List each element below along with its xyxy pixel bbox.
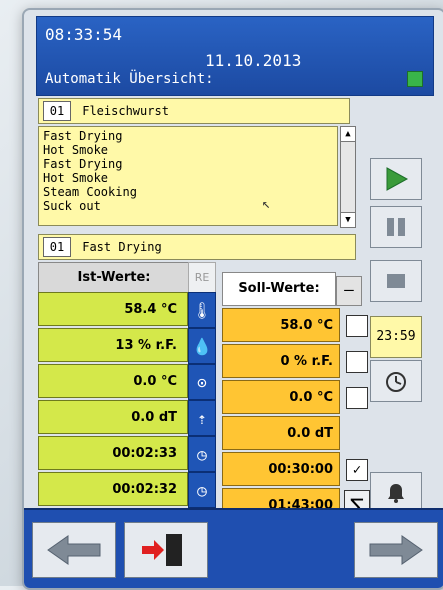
soll-value-delta-temp[interactable]: 0.0 dT bbox=[222, 416, 340, 450]
play-icon bbox=[386, 167, 409, 191]
stopwatch-icon bbox=[386, 372, 406, 392]
clock-time: 08:33:54 bbox=[45, 25, 123, 44]
screen-title: Automatik Übersicht: bbox=[45, 71, 214, 87]
soll-value-temperature[interactable]: 58.0 °C bbox=[222, 308, 340, 342]
clock-icon: ◷ bbox=[188, 436, 216, 472]
exit-button[interactable] bbox=[124, 522, 208, 578]
re-header: RE bbox=[188, 262, 216, 294]
mouse-cursor-icon: ↖ bbox=[262, 196, 271, 212]
bell-icon bbox=[388, 484, 404, 503]
list-item[interactable]: Suck out bbox=[43, 199, 333, 213]
program-name: Fleischwurst bbox=[82, 104, 169, 118]
hmi-device: 08:33:54 11.10.2013 Automatik Übersicht:… bbox=[22, 8, 443, 590]
program-number: 01 bbox=[43, 101, 71, 121]
checkbox-core-temp[interactable] bbox=[346, 387, 368, 409]
bottom-navigation bbox=[24, 508, 443, 588]
ist-value-step-time: 00:02:33 bbox=[38, 436, 188, 470]
step-list-scrollbar[interactable]: ▲ ▼ bbox=[340, 126, 356, 228]
soll-value-step-time[interactable]: 00:30:00 bbox=[222, 452, 340, 486]
forward-button[interactable] bbox=[354, 522, 438, 578]
status-led bbox=[407, 71, 423, 87]
thermometer-icon: 🌡 bbox=[188, 292, 216, 328]
stop-button[interactable] bbox=[370, 260, 422, 302]
checkbox-temperature[interactable] bbox=[346, 315, 368, 337]
ist-value-humidity: 13 % r.F. bbox=[38, 328, 188, 362]
exit-door-icon bbox=[142, 534, 182, 566]
pause-button[interactable] bbox=[370, 206, 422, 248]
soll-header: Soll-Werte: bbox=[222, 272, 336, 306]
clock-date: 11.10.2013 bbox=[205, 51, 302, 70]
list-item[interactable]: Steam Cooking bbox=[43, 185, 333, 199]
list-item[interactable]: Fast Drying bbox=[43, 129, 333, 143]
current-step-display: 01 Fast Drying bbox=[38, 234, 356, 260]
step-name: Fast Drying bbox=[82, 240, 162, 254]
pause-icon bbox=[387, 218, 405, 236]
back-button[interactable] bbox=[32, 522, 116, 578]
minus-button[interactable]: – bbox=[336, 276, 362, 306]
list-item[interactable]: Fast Drying bbox=[43, 157, 333, 171]
list-item[interactable]: Hot Smoke bbox=[43, 143, 333, 157]
stop-icon bbox=[387, 274, 405, 288]
ist-value-core-temp: 0.0 °C bbox=[38, 364, 188, 398]
arrow-left-icon bbox=[47, 535, 101, 565]
start-button[interactable] bbox=[370, 158, 422, 200]
list-item[interactable]: Hot Smoke bbox=[43, 171, 333, 185]
soll-value-core-temp[interactable]: 0.0 °C bbox=[222, 380, 340, 414]
ist-header: Ist-Werte: bbox=[38, 262, 190, 294]
program-selector[interactable]: 01 Fleischwurst bbox=[38, 98, 350, 124]
humidity-drop-icon: 💧 bbox=[188, 328, 216, 364]
step-number: 01 bbox=[43, 237, 71, 257]
checkbox-step-time[interactable]: ✓ bbox=[346, 459, 368, 481]
ist-value-temperature: 58.4 °C bbox=[38, 292, 188, 326]
checkbox-humidity[interactable] bbox=[346, 351, 368, 373]
clock-icon: ◷ bbox=[188, 472, 216, 508]
soll-value-humidity[interactable]: 0 % r.F. bbox=[222, 344, 340, 378]
title-bar: 08:33:54 11.10.2013 Automatik Übersicht: bbox=[36, 16, 434, 96]
ist-value-total-time: 00:02:32 bbox=[38, 472, 188, 506]
arrow-right-icon bbox=[369, 535, 423, 565]
step-list[interactable]: Fast Drying Hot Smoke Fast Drying Hot Sm… bbox=[38, 126, 338, 226]
scroll-up-icon[interactable]: ▲ bbox=[341, 127, 355, 142]
scroll-down-icon[interactable]: ▼ bbox=[341, 212, 355, 227]
timer-button[interactable] bbox=[370, 360, 422, 402]
delta-temp-icon: ⇡ bbox=[188, 400, 216, 436]
ist-value-delta-temp: 0.0 dT bbox=[38, 400, 188, 434]
timer-display: 23:59 bbox=[370, 316, 422, 358]
core-probe-icon: ⊙ bbox=[188, 364, 216, 400]
